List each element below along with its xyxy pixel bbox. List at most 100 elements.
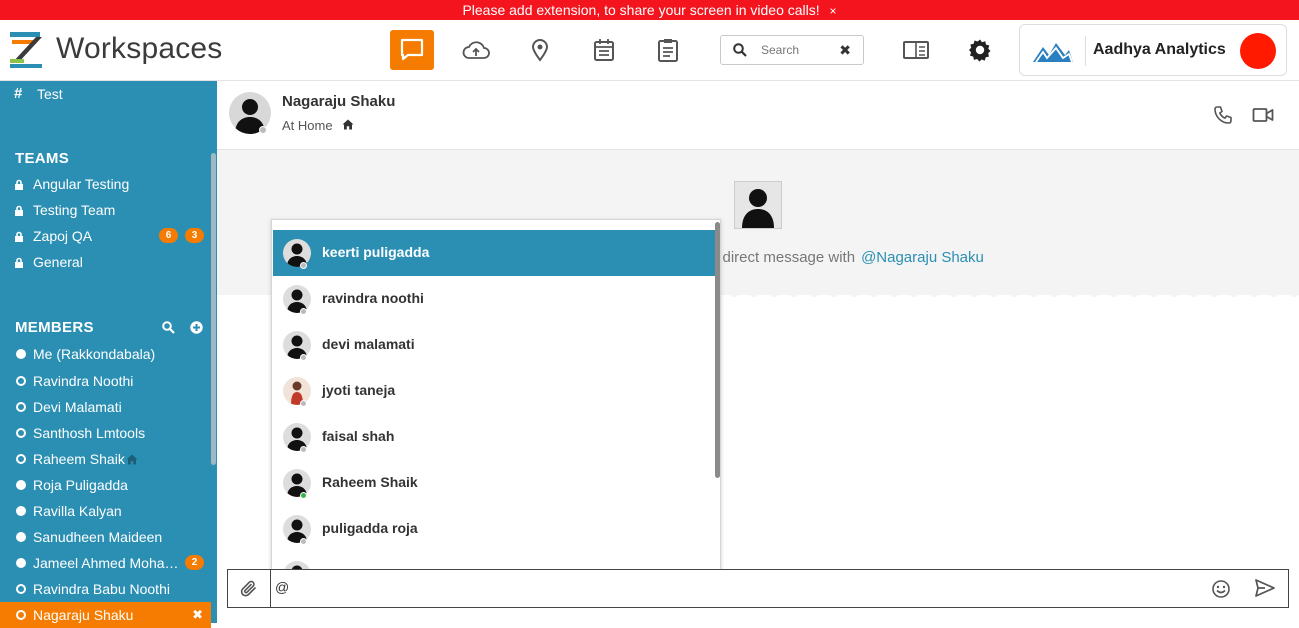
- member-label: Devi Malamati: [33, 399, 122, 415]
- dropdown-scrollbar[interactable]: [715, 222, 720, 478]
- hash-icon: #: [14, 85, 23, 102]
- user-silhouette-icon: [287, 427, 307, 451]
- sidebar-member-jameel-ahmed[interactable]: Jameel Ahmed Moha… 2: [0, 550, 211, 576]
- mention-name: keerti puligadda: [322, 244, 430, 260]
- lock-icon: [15, 231, 23, 242]
- banner-text: Please add extension, to share your scre…: [462, 2, 820, 18]
- close-conversation-button[interactable]: ✖: [192, 602, 203, 628]
- mention-option[interactable]: puligadda roja: [273, 506, 715, 552]
- user-silhouette-icon: [742, 189, 774, 228]
- search-members-icon[interactable]: [162, 321, 175, 334]
- presence-dot: [300, 492, 307, 499]
- nav-chat-button[interactable]: [390, 30, 434, 70]
- video-call-icon[interactable]: [1252, 106, 1274, 124]
- sidebar-member-ravindra-babu-noothi[interactable]: Ravindra Babu Noothi: [0, 576, 211, 602]
- clipboard-icon: [658, 39, 678, 62]
- location-pin-icon: [531, 39, 549, 62]
- sidebar-member-santhosh-lmtools[interactable]: Santhosh Lmtools: [0, 420, 211, 446]
- offline-status-dot: [16, 428, 26, 438]
- search-box: ✖: [720, 35, 864, 65]
- chat-header: Nagaraju Shaku At Home: [217, 81, 1299, 150]
- reader-view-button[interactable]: [894, 30, 938, 70]
- org-divider: [1085, 36, 1086, 66]
- sidebar-team-testing-team[interactable]: Testing Team: [0, 197, 211, 223]
- sidebar-team-zapoj-qa[interactable]: Zapoj QA 6 3: [0, 223, 211, 249]
- message-input[interactable]: [275, 579, 1195, 599]
- org-avatar[interactable]: [1240, 33, 1276, 69]
- mention-option[interactable]: ravindra noothi: [273, 276, 715, 322]
- presence-dot: [300, 308, 307, 315]
- phone-call-icon[interactable]: [1213, 105, 1233, 125]
- attach-button[interactable]: [228, 570, 271, 607]
- online-status-dot: [16, 480, 26, 490]
- mention-option[interactable]: faisal shah: [273, 414, 715, 460]
- org-name: Aadhya Analytics: [1093, 41, 1226, 58]
- presence-dot: [300, 354, 307, 361]
- online-status-dot: [16, 349, 26, 359]
- organization-card[interactable]: Aadhya Analytics: [1019, 24, 1287, 76]
- sidebar-team-angular-testing[interactable]: Angular Testing: [0, 171, 211, 197]
- lock-icon: [15, 205, 23, 216]
- search-input[interactable]: [761, 41, 831, 59]
- message-composer: [227, 569, 1289, 608]
- send-icon[interactable]: [1255, 579, 1275, 597]
- offline-status-dot: [16, 402, 26, 412]
- team-label: Testing Team: [33, 202, 116, 218]
- offline-status-dot: [16, 376, 26, 386]
- avatar: [283, 377, 311, 405]
- sidebar-channel-test[interactable]: # Test: [0, 81, 211, 107]
- app-title: Workspaces: [56, 32, 223, 65]
- lock-icon: [15, 257, 23, 268]
- user-silhouette-icon: [287, 289, 307, 313]
- chat-icon: [400, 38, 424, 61]
- sidebar-scrollbar[interactable]: [211, 153, 216, 465]
- sidebar-member-sanudheen-maideen[interactable]: Sanudheen Maideen: [0, 524, 211, 550]
- intro-mention-link[interactable]: @Nagaraju Shaku: [861, 249, 984, 266]
- member-label: Me (Rakkondabala): [33, 346, 156, 362]
- nav-location-button[interactable]: [518, 30, 562, 70]
- app-logo-icon: [10, 32, 42, 68]
- sidebar-member-devi-malamati[interactable]: Devi Malamati: [0, 394, 211, 420]
- sidebar-member-nagaraju-shaku[interactable]: Nagaraju Shaku ✖: [0, 602, 211, 628]
- mention-option[interactable]: Raheem Shaik: [273, 460, 715, 506]
- sidebar: # Test TEAMS Angular Testing Testing Tea…: [0, 81, 217, 628]
- sidebar-member-ravilla-kalyan[interactable]: Ravilla Kalyan: [0, 498, 211, 524]
- member-label: Nagaraju Shaku: [33, 607, 134, 623]
- user-silhouette-icon: [287, 473, 307, 497]
- home-icon: [342, 119, 354, 130]
- sidebar-member-roja-puligadda[interactable]: Roja Puligadda: [0, 472, 211, 498]
- add-member-icon[interactable]: [190, 321, 203, 334]
- nav-tasks-button[interactable]: [646, 30, 690, 70]
- sidebar-member-me[interactable]: Me (Rakkondabala): [0, 341, 211, 367]
- extension-banner: Please add extension, to share your scre…: [0, 0, 1299, 20]
- contact-status-text: At Home: [282, 118, 333, 133]
- member-label: Raheem Shaik: [33, 451, 125, 467]
- team-label: Angular Testing: [33, 176, 130, 192]
- home-icon: [126, 454, 138, 465]
- mention-option[interactable]: jyoti taneja: [273, 368, 715, 414]
- user-silhouette-icon: [287, 519, 307, 543]
- banner-close-button[interactable]: ×: [830, 4, 837, 18]
- avatar: [283, 469, 311, 497]
- user-silhouette-icon: [287, 335, 307, 359]
- search-icon: [733, 43, 747, 57]
- online-status-dot: [16, 532, 26, 542]
- sidebar-member-ravindra-noothi[interactable]: Ravindra Noothi: [0, 368, 211, 394]
- sidebar-member-raheem-shaik[interactable]: Raheem Shaik: [0, 446, 211, 472]
- member-label: Ravindra Noothi: [33, 373, 134, 389]
- sidebar-team-general[interactable]: General: [0, 249, 211, 275]
- intro-text: ur direct message with: [705, 249, 856, 266]
- mention-option[interactable]: devi malamati: [273, 322, 715, 368]
- avatar: [283, 331, 311, 359]
- contact-name: Nagaraju Shaku: [282, 93, 396, 110]
- nav-calendar-button[interactable]: [582, 30, 626, 70]
- mention-name: faisal shah: [322, 428, 395, 444]
- settings-button[interactable]: [958, 30, 1002, 70]
- search-clear-button[interactable]: ✖: [839, 42, 851, 59]
- nav-upload-button[interactable]: [454, 30, 498, 70]
- calendar-icon: [594, 39, 614, 61]
- avatar: [283, 423, 311, 451]
- emoji-icon[interactable]: [1211, 579, 1231, 599]
- avatar: [283, 239, 311, 267]
- mention-option[interactable]: keerti puligadda: [273, 230, 715, 276]
